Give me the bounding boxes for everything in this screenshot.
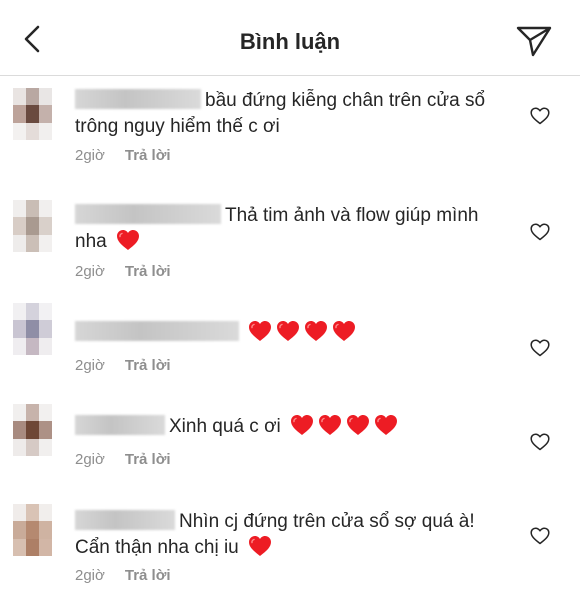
comment-time: 2giờ [75,147,105,164]
comment-text: Thả tim ảnh và flow giúp mình nha [75,203,505,255]
comment-time: 2giờ [75,567,105,584]
red-heart-emoji-icon [304,320,328,342]
username-blurred[interactable] [75,204,221,224]
red-heart-emoji-icon [248,535,272,557]
comment-meta: 2giờ Trả lời [75,147,171,164]
comment-message: Xinh quá c ơi [169,416,281,437]
comment-meta: 2giờ Trả lời [75,357,171,374]
comment-meta: 2giờ Trả lời [75,263,171,280]
comment-time: 2giờ [75,451,105,468]
heart-outline-icon[interactable] [530,527,550,545]
red-heart-emoji-icon [332,320,356,342]
red-heart-emoji-icon [318,414,342,436]
username-blurred[interactable] [75,510,175,530]
username-blurred[interactable] [75,321,239,341]
red-heart-emoji-icon [116,229,140,251]
avatar[interactable] [13,404,52,456]
heart-outline-icon[interactable] [530,223,550,241]
heart-outline-icon[interactable] [530,339,550,357]
avatar[interactable] [13,200,52,252]
red-heart-emoji-icon [346,414,370,436]
comment-text [75,320,505,346]
red-heart-emoji-icon [276,320,300,342]
username-blurred[interactable] [75,415,165,435]
reply-button[interactable]: Trả lời [125,147,171,164]
heart-outline-icon[interactable] [530,107,550,125]
avatar[interactable] [13,303,52,355]
reply-button[interactable]: Trả lời [125,263,171,280]
avatar[interactable] [13,504,52,556]
avatar[interactable] [13,88,52,140]
comment-meta: 2giờ Trả lời [75,451,171,468]
red-heart-emoji-icon [290,414,314,436]
comment-time: 2giờ [75,263,105,280]
header-bar: Bình luận [0,0,580,76]
comment-meta: 2giờ Trả lời [75,567,171,584]
comment-text: bầu đứng kiễng chân trên cửa sổ trông ng… [75,88,505,140]
comment-text: Nhìn cj đứng trên cửa sổ sợ quá à! Cẩn t… [75,509,505,561]
red-heart-emoji-icon [374,414,398,436]
page-title: Bình luận [239,29,341,54]
comment-text: Xinh quá c ơi [75,414,505,440]
username-blurred[interactable] [75,89,201,109]
heart-outline-icon[interactable] [530,433,550,451]
paper-plane-icon[interactable] [515,24,553,58]
reply-button[interactable]: Trả lời [125,451,171,468]
reply-button[interactable]: Trả lời [125,357,171,374]
reply-button[interactable]: Trả lời [125,567,171,584]
red-heart-emoji-icon [248,320,272,342]
comment-time: 2giờ [75,357,105,374]
